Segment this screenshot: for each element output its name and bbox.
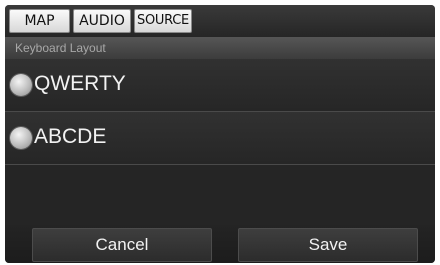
tab-source[interactable]: SOURCE [134, 9, 192, 33]
tab-map[interactable]: MAP [9, 9, 70, 33]
bottom-button-bar: Cancel Save [5, 225, 435, 263]
option-label: QWERTY [34, 72, 126, 95]
option-abcde[interactable]: ABCDE [5, 112, 435, 164]
tab-audio[interactable]: AUDIO [73, 9, 131, 33]
radio-button-icon[interactable] [10, 74, 32, 96]
radio-button-icon[interactable] [10, 127, 32, 149]
option-qwerty[interactable]: QWERTY [5, 59, 435, 111]
option-label: ABCDE [34, 125, 107, 148]
keyboard-layout-screen: MAP AUDIO SOURCE Keyboard Layout QWERTY … [5, 5, 435, 263]
tab-bar: MAP AUDIO SOURCE [5, 5, 435, 37]
section-header: Keyboard Layout [5, 37, 435, 59]
empty-list-area [5, 165, 435, 225]
save-button[interactable]: Save [238, 228, 418, 262]
cancel-button[interactable]: Cancel [32, 228, 212, 262]
